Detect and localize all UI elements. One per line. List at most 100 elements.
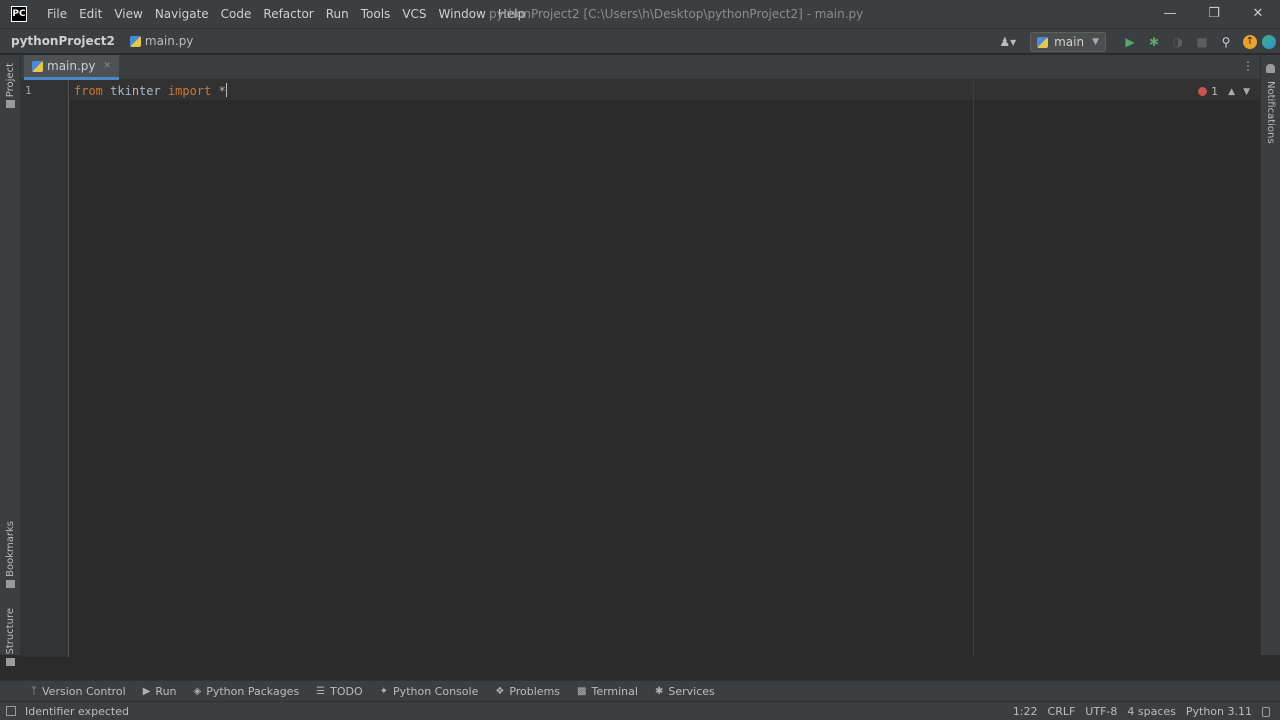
tool-terminal-label: Terminal [591,684,638,698]
status-widgets: 1:22 CRLF UTF-8 4 spaces Python 3.11 [1013,702,1280,720]
stop-icon[interactable]: ■ [1190,35,1214,49]
tool-python-packages[interactable]: ◈ Python Packages [194,685,300,698]
tool-services[interactable]: ✱ Services [655,685,715,698]
chevron-up-icon[interactable]: ▲ [1228,87,1235,97]
inspection-widget[interactable]: 1 ▲ ▼ [1198,85,1250,98]
code-editor[interactable]: 1 from tkinter import * 1 ▲ ▼ [21,80,1260,657]
run-config-selector[interactable]: main ▼ [1030,32,1106,52]
editor-tab-bar: main.py ✕ ⋮ [21,55,1260,80]
tool-terminal[interactable]: ▩ Terminal [577,685,638,698]
debug-bug-icon[interactable]: ✱ [1142,35,1166,49]
left-tool-strip: Project Bookmarks Structure [0,55,21,666]
code-line[interactable]: from tkinter import * [74,83,227,98]
python-file-icon [129,35,141,47]
line-gutter: 1 [21,80,69,657]
python-icon: ✦ [379,685,389,697]
python-interpreter[interactable]: Python 3.11 [1186,705,1252,718]
tool-todo[interactable]: ☰ TODO [316,685,362,698]
minimize-button[interactable]: — [1148,0,1192,28]
tool-project[interactable]: Project [0,63,21,109]
plugin-icon[interactable] [1262,35,1276,49]
play-icon: ▶ [142,685,151,697]
breadcrumb-project[interactable]: pythonProject2 [11,34,115,48]
bell-icon[interactable] [1266,64,1275,73]
menu-window[interactable]: Window [433,7,492,21]
menu-tools[interactable]: Tools [355,7,397,21]
caret-position[interactable]: 1:22 [1013,705,1038,718]
folder-icon [6,100,15,109]
window-title: pythonProject2 [C:\Users\h\Desktop\pytho… [489,7,864,21]
update-icon[interactable]: ↑ [1243,35,1257,49]
tool-version-control[interactable]: ᛉ Version Control [31,685,126,698]
title-bar: PC File Edit View Navigate Code Refactor… [0,0,1280,28]
line-separator[interactable]: CRLF [1048,705,1076,718]
tool-bookmarks[interactable]: Bookmarks [0,521,21,588]
layers-icon: ◈ [193,685,202,697]
tab-label: main.py [47,59,96,73]
tool-python-console[interactable]: ✦ Python Console [380,685,479,698]
user-menu-icon[interactable]: ♟▾ [999,35,1016,49]
tool-structure-label: Structure [5,608,16,655]
status-message: Identifier expected [25,704,129,718]
tool-problems-label: Problems [509,684,561,698]
text-caret [225,83,227,97]
tab-options-icon[interactable]: ⋮ [1242,59,1254,73]
import-star: * [218,84,226,98]
toolbar-right: ♟▾ main ▼ ▶ ✱ ◑ ■ ⚲ ↑ [999,29,1280,55]
file-encoding[interactable]: UTF-8 [1085,705,1117,718]
tool-python-console-label: Python Console [393,684,479,698]
tool-services-label: Services [668,684,715,698]
line-number: 1 [25,84,32,97]
error-count: 1 [1211,85,1219,98]
close-tab-icon[interactable]: ✕ [104,61,112,71]
lock-icon[interactable] [1262,706,1270,717]
right-tool-strip: Notifications [1260,55,1280,655]
restore-button[interactable]: ❐ [1192,0,1236,28]
keyword-from: from [74,84,103,98]
pycharm-logo-icon: PC [11,6,27,22]
tool-problems[interactable]: ❖ Problems [495,685,560,698]
search-icon[interactable]: ⚲ [1214,35,1238,49]
breadcrumb-separator [122,34,123,48]
tool-version-control-label: Version Control [42,684,126,698]
navigation-bar: pythonProject2 main.py ♟▾ main ▼ ▶ ✱ ◑ ■… [0,28,1280,54]
chevron-down-icon: ▼ [1092,37,1099,47]
python-file-icon [32,60,43,72]
branch-icon: ᛉ [31,685,37,697]
tool-notifications[interactable]: Notifications [1265,81,1276,144]
menu-refactor[interactable]: Refactor [257,7,319,21]
python-icon [1037,36,1049,48]
toggle-tool-windows-icon[interactable] [6,706,16,716]
indent-setting[interactable]: 4 spaces [1127,705,1176,718]
coverage-icon[interactable]: ◑ [1166,35,1190,49]
menu-run[interactable]: Run [320,7,355,21]
menu-edit[interactable]: Edit [73,7,108,21]
main-menu: File Edit View Navigate Code Refactor Ru… [41,7,531,21]
right-margin-guide [973,80,974,657]
run-play-icon[interactable]: ▶ [1118,35,1142,49]
run-config-label: main [1054,35,1085,49]
close-window-button[interactable]: ✕ [1236,0,1280,28]
chevron-down-icon[interactable]: ▼ [1243,87,1250,97]
breadcrumb-file-label: main.py [144,34,194,48]
info-icon: ❖ [495,685,505,697]
breadcrumb-file[interactable]: main.py [129,34,194,48]
services-icon: ✱ [654,685,664,697]
tool-run[interactable]: ▶ Run [143,685,177,698]
menu-file[interactable]: File [41,7,73,21]
tool-project-label: Project [5,63,16,98]
terminal-icon: ▩ [577,685,587,697]
tab-main-py[interactable]: main.py ✕ [24,55,120,80]
menu-code[interactable]: Code [215,7,258,21]
menu-view[interactable]: View [108,7,148,21]
menu-vcs[interactable]: VCS [396,7,432,21]
tool-todo-label: TODO [330,684,363,698]
tool-python-packages-label: Python Packages [206,684,300,698]
tool-run-label: Run [155,684,177,698]
list-icon: ☰ [316,685,326,697]
tool-window-bar: ᛉ Version Control ▶ Run ◈ Python Packages ☰… [0,680,1280,701]
bookmark-icon [6,579,15,588]
menu-navigate[interactable]: Navigate [149,7,215,21]
tool-structure[interactable]: Structure [0,608,21,666]
window-controls: — ❐ ✕ [1148,0,1280,28]
